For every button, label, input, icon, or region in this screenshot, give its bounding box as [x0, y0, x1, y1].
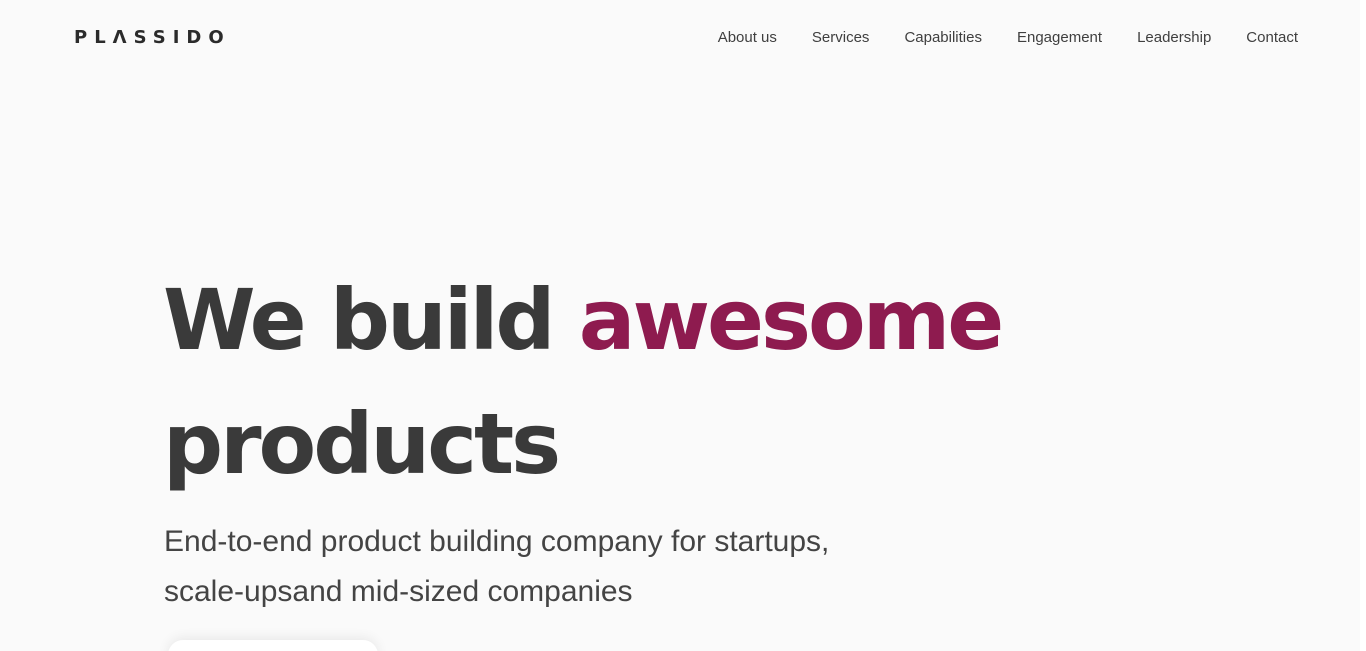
hero-subtitle-line1: End-to-end product building company for … [164, 525, 830, 558]
page: PLΛSSIDO About us Services Capabilities … [0, 0, 1366, 651]
hero-subtitle-line2: scale-upsand mid-sized companies [164, 575, 633, 608]
hero-title-accent: awesome [578, 271, 1004, 369]
nav-link-about-us[interactable]: About us [718, 28, 777, 48]
main-nav: About us Services Capabilities Engagemen… [718, 28, 1298, 48]
hero-title-part2: products [163, 395, 561, 493]
nav-link-capabilities[interactable]: Capabilities [904, 28, 982, 48]
nav-link-leadership[interactable]: Leadership [1137, 28, 1211, 48]
site-header: PLΛSSIDO About us Services Capabilities … [0, 0, 1366, 76]
hero-subtitle: End-to-end product building company for … [164, 517, 924, 617]
scrollbar-track[interactable] [1360, 0, 1366, 651]
nav-link-contact[interactable]: Contact [1246, 28, 1298, 48]
cta-button[interactable] [168, 640, 378, 651]
nav-link-engagement[interactable]: Engagement [1017, 28, 1102, 48]
hero-title: We build awesome products [163, 258, 1063, 506]
hero-title-part1: We build [163, 271, 579, 369]
brand-logo[interactable]: PLΛSSIDO [74, 27, 231, 49]
nav-link-services[interactable]: Services [812, 28, 870, 48]
